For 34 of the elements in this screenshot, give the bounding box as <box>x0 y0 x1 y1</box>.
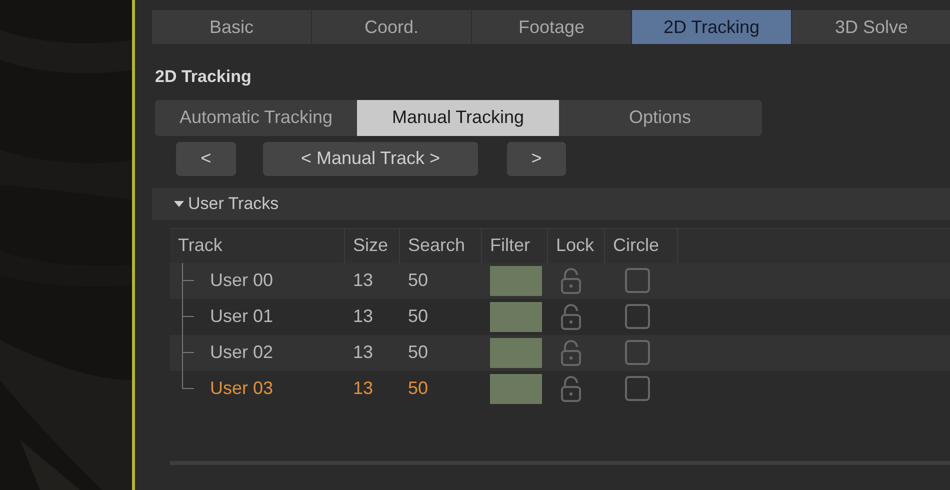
filter-swatch[interactable] <box>490 266 542 296</box>
unlocked-padlock-icon[interactable] <box>560 340 582 366</box>
track-name[interactable]: User 01 <box>210 303 274 330</box>
track-name[interactable]: User 02 <box>210 339 274 366</box>
tab[interactable]: Basic <box>152 10 312 44</box>
nav-button[interactable]: < <box>176 142 236 176</box>
tab[interactable]: 2D Tracking <box>632 10 792 44</box>
sub-tab[interactable]: Manual Tracking <box>357 100 559 136</box>
unlocked-padlock-icon[interactable] <box>560 304 582 330</box>
table-cell: 13 <box>353 378 374 398</box>
filter-swatch[interactable] <box>490 302 542 332</box>
nav-button[interactable]: < Manual Track > <box>263 142 478 176</box>
filter-swatch[interactable] <box>490 374 542 404</box>
unlocked-padlock-icon[interactable] <box>560 268 582 294</box>
table-cell: 50 <box>408 342 428 362</box>
track-name[interactable]: User 03 <box>210 375 274 402</box>
table-cell: 50 <box>408 378 428 398</box>
section-title: 2D Tracking <box>155 66 252 88</box>
circle-checkbox[interactable] <box>625 268 650 293</box>
circle-checkbox[interactable] <box>625 376 650 401</box>
table-cell: 50 <box>408 270 428 290</box>
group-title: User Tracks <box>188 192 279 215</box>
table-cell: 50 <box>408 306 428 326</box>
circle-checkbox[interactable] <box>625 340 650 365</box>
nav-button[interactable]: > <box>507 142 566 176</box>
circle-checkbox[interactable] <box>625 304 650 329</box>
expand-triangle-icon[interactable] <box>174 198 184 208</box>
table-cell: 13 <box>353 306 374 326</box>
unlocked-padlock-icon[interactable] <box>560 376 582 402</box>
filter-swatch[interactable] <box>490 338 542 368</box>
table-cell: 13 <box>353 270 374 290</box>
table-cell: 13 <box>353 342 374 362</box>
track-name[interactable]: User 00 <box>210 267 274 294</box>
group-header[interactable]: User Tracks <box>152 188 950 220</box>
